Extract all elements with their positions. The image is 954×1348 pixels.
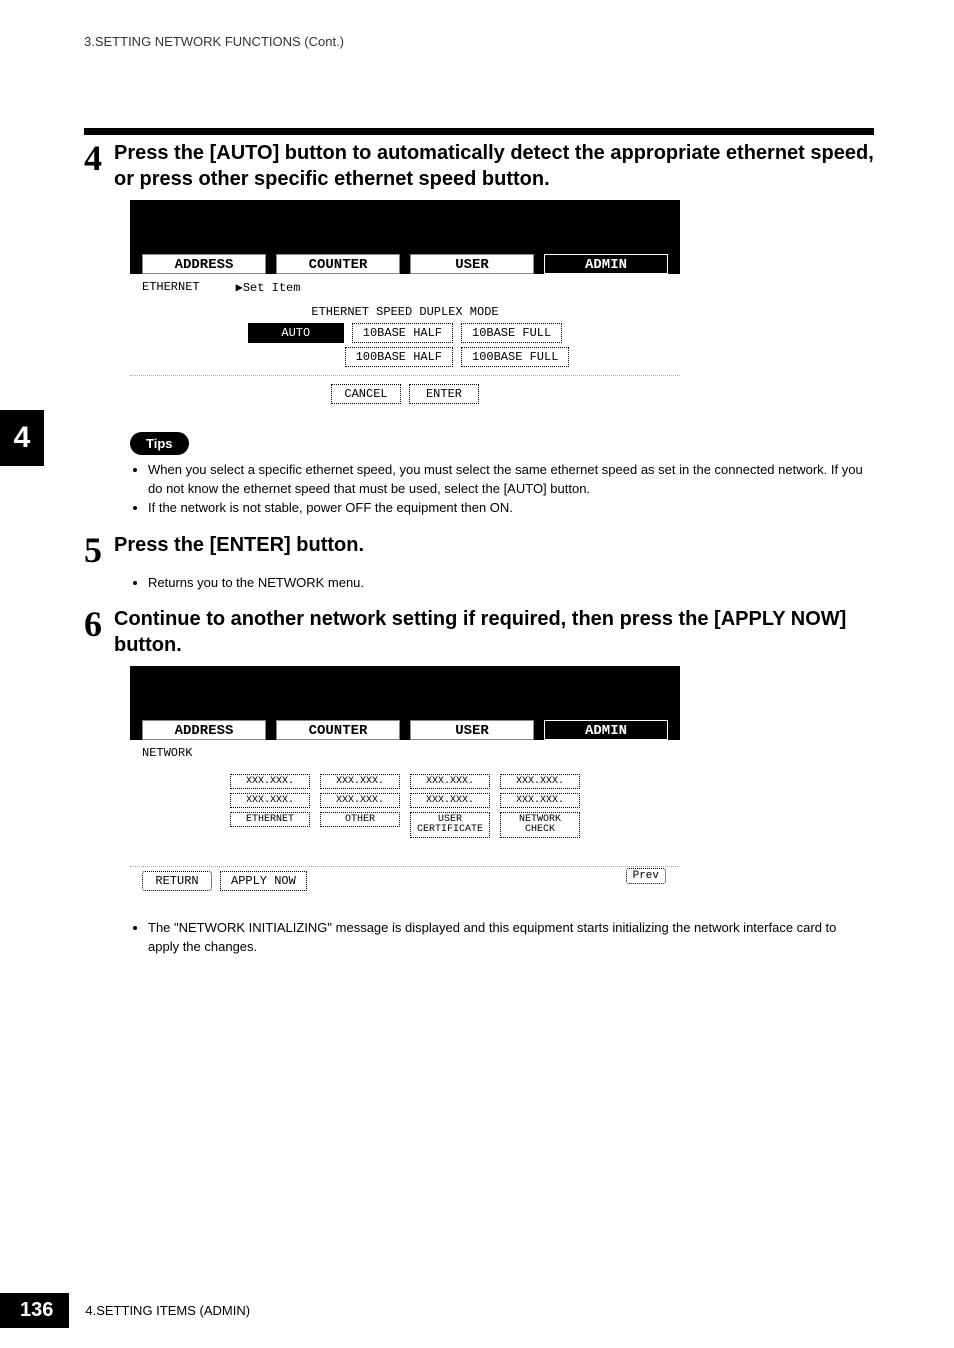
tip-item: If the network is not stable, power OFF … bbox=[148, 499, 870, 518]
tips-label: Tips bbox=[130, 432, 189, 455]
net-item-button[interactable]: XXX.XXX. bbox=[230, 774, 310, 789]
breadcrumb-ethernet: ETHERNET bbox=[142, 280, 200, 295]
tip-item: When you select a specific ethernet spee… bbox=[148, 461, 870, 499]
step-note: Returns you to the NETWORK menu. bbox=[148, 574, 870, 593]
step-number: 6 bbox=[84, 606, 102, 658]
step5-notes: Returns you to the NETWORK menu. bbox=[148, 574, 870, 593]
tab-counter[interactable]: COUNTER bbox=[276, 720, 400, 740]
step-title: Press the [AUTO] button to automatically… bbox=[114, 140, 874, 192]
page-number: 136 bbox=[0, 1293, 69, 1328]
tab-user[interactable]: USER bbox=[410, 720, 534, 740]
other-button[interactable]: OTHER bbox=[320, 812, 400, 827]
mode-title: ETHERNET SPEED DUPLEX MODE bbox=[142, 305, 668, 319]
step-6: 6 Continue to another network setting if… bbox=[84, 606, 874, 658]
step-title: Press the [ENTER] button. bbox=[114, 532, 364, 568]
tab-address[interactable]: ADDRESS bbox=[142, 254, 266, 274]
network-check-button[interactable]: NETWORKCHECK bbox=[500, 812, 580, 838]
tips-list: When you select a specific ethernet spee… bbox=[148, 461, 870, 518]
mode-tabs: ADDRESS COUNTER USER ADMIN bbox=[130, 254, 680, 274]
page-footer: 136 4.SETTING ITEMS (ADMIN) bbox=[0, 1293, 250, 1328]
step-number: 5 bbox=[84, 532, 102, 568]
screen-panel: ETHERNET ▶Set Item ETHERNET SPEED DUPLEX… bbox=[130, 274, 680, 414]
10base-half-button[interactable]: 10BASE HALF bbox=[352, 323, 453, 343]
tab-admin[interactable]: ADMIN bbox=[544, 720, 668, 740]
cancel-button[interactable]: CANCEL bbox=[331, 384, 401, 404]
screenshot-ethernet-speed: ADDRESS COUNTER USER ADMIN ETHERNET ▶Set… bbox=[130, 200, 680, 414]
net-item-button[interactable]: XXX.XXX. bbox=[410, 774, 490, 789]
100base-half-button[interactable]: 100BASE HALF bbox=[345, 347, 453, 367]
net-item-button[interactable]: XXX.XXX. bbox=[230, 793, 310, 808]
screenshot-network-menu: ADDRESS COUNTER USER ADMIN NETWORK XXX.X… bbox=[130, 666, 680, 901]
running-header: 3.SETTING NETWORK FUNCTIONS (Cont.) bbox=[0, 0, 954, 49]
footer-chapter: 4.SETTING ITEMS (ADMIN) bbox=[85, 1303, 250, 1318]
tab-address[interactable]: ADDRESS bbox=[142, 720, 266, 740]
step-number: 4 bbox=[84, 140, 102, 192]
auto-button[interactable]: AUTO bbox=[248, 323, 344, 343]
net-item-button[interactable]: XXX.XXX. bbox=[500, 774, 580, 789]
apply-now-button[interactable]: APPLY NOW bbox=[220, 871, 307, 891]
step-title: Continue to another network setting if r… bbox=[114, 606, 874, 658]
tab-user[interactable]: USER bbox=[410, 254, 534, 274]
net-item-button[interactable]: XXX.XXX. bbox=[410, 793, 490, 808]
step-4: 4 Press the [AUTO] button to automatical… bbox=[84, 140, 874, 192]
enter-button[interactable]: ENTER bbox=[409, 384, 479, 404]
prev-button[interactable]: Prev bbox=[626, 868, 666, 884]
breadcrumb-network: NETWORK bbox=[142, 746, 668, 760]
mode-tabs: ADDRESS COUNTER USER ADMIN bbox=[130, 720, 680, 740]
step-5: 5 Press the [ENTER] button. bbox=[84, 532, 874, 568]
step6-notes: The "NETWORK INITIALIZING" message is di… bbox=[148, 919, 870, 957]
100base-full-button[interactable]: 100BASE FULL bbox=[461, 347, 569, 367]
net-item-button[interactable]: XXX.XXX. bbox=[500, 793, 580, 808]
chapter-thumb-tab: 4 bbox=[0, 410, 44, 466]
10base-full-button[interactable]: 10BASE FULL bbox=[461, 323, 562, 343]
return-button[interactable]: RETURN bbox=[142, 871, 212, 891]
section-rule bbox=[84, 128, 874, 135]
tab-admin[interactable]: ADMIN bbox=[544, 254, 668, 274]
tab-counter[interactable]: COUNTER bbox=[276, 254, 400, 274]
ethernet-button[interactable]: ETHERNET bbox=[230, 812, 310, 827]
user-certificate-button[interactable]: USERCERTIFICATE bbox=[410, 812, 490, 838]
step-note: The "NETWORK INITIALIZING" message is di… bbox=[148, 919, 870, 957]
page-content: 4 Press the [AUTO] button to automatical… bbox=[84, 140, 874, 971]
screen-panel: NETWORK XXX.XXX. XXX.XXX. ETHERNET XXX.X… bbox=[130, 740, 680, 866]
net-item-button[interactable]: XXX.XXX. bbox=[320, 793, 400, 808]
net-item-button[interactable]: XXX.XXX. bbox=[320, 774, 400, 789]
breadcrumb-setitem: ▶Set Item bbox=[236, 280, 301, 295]
